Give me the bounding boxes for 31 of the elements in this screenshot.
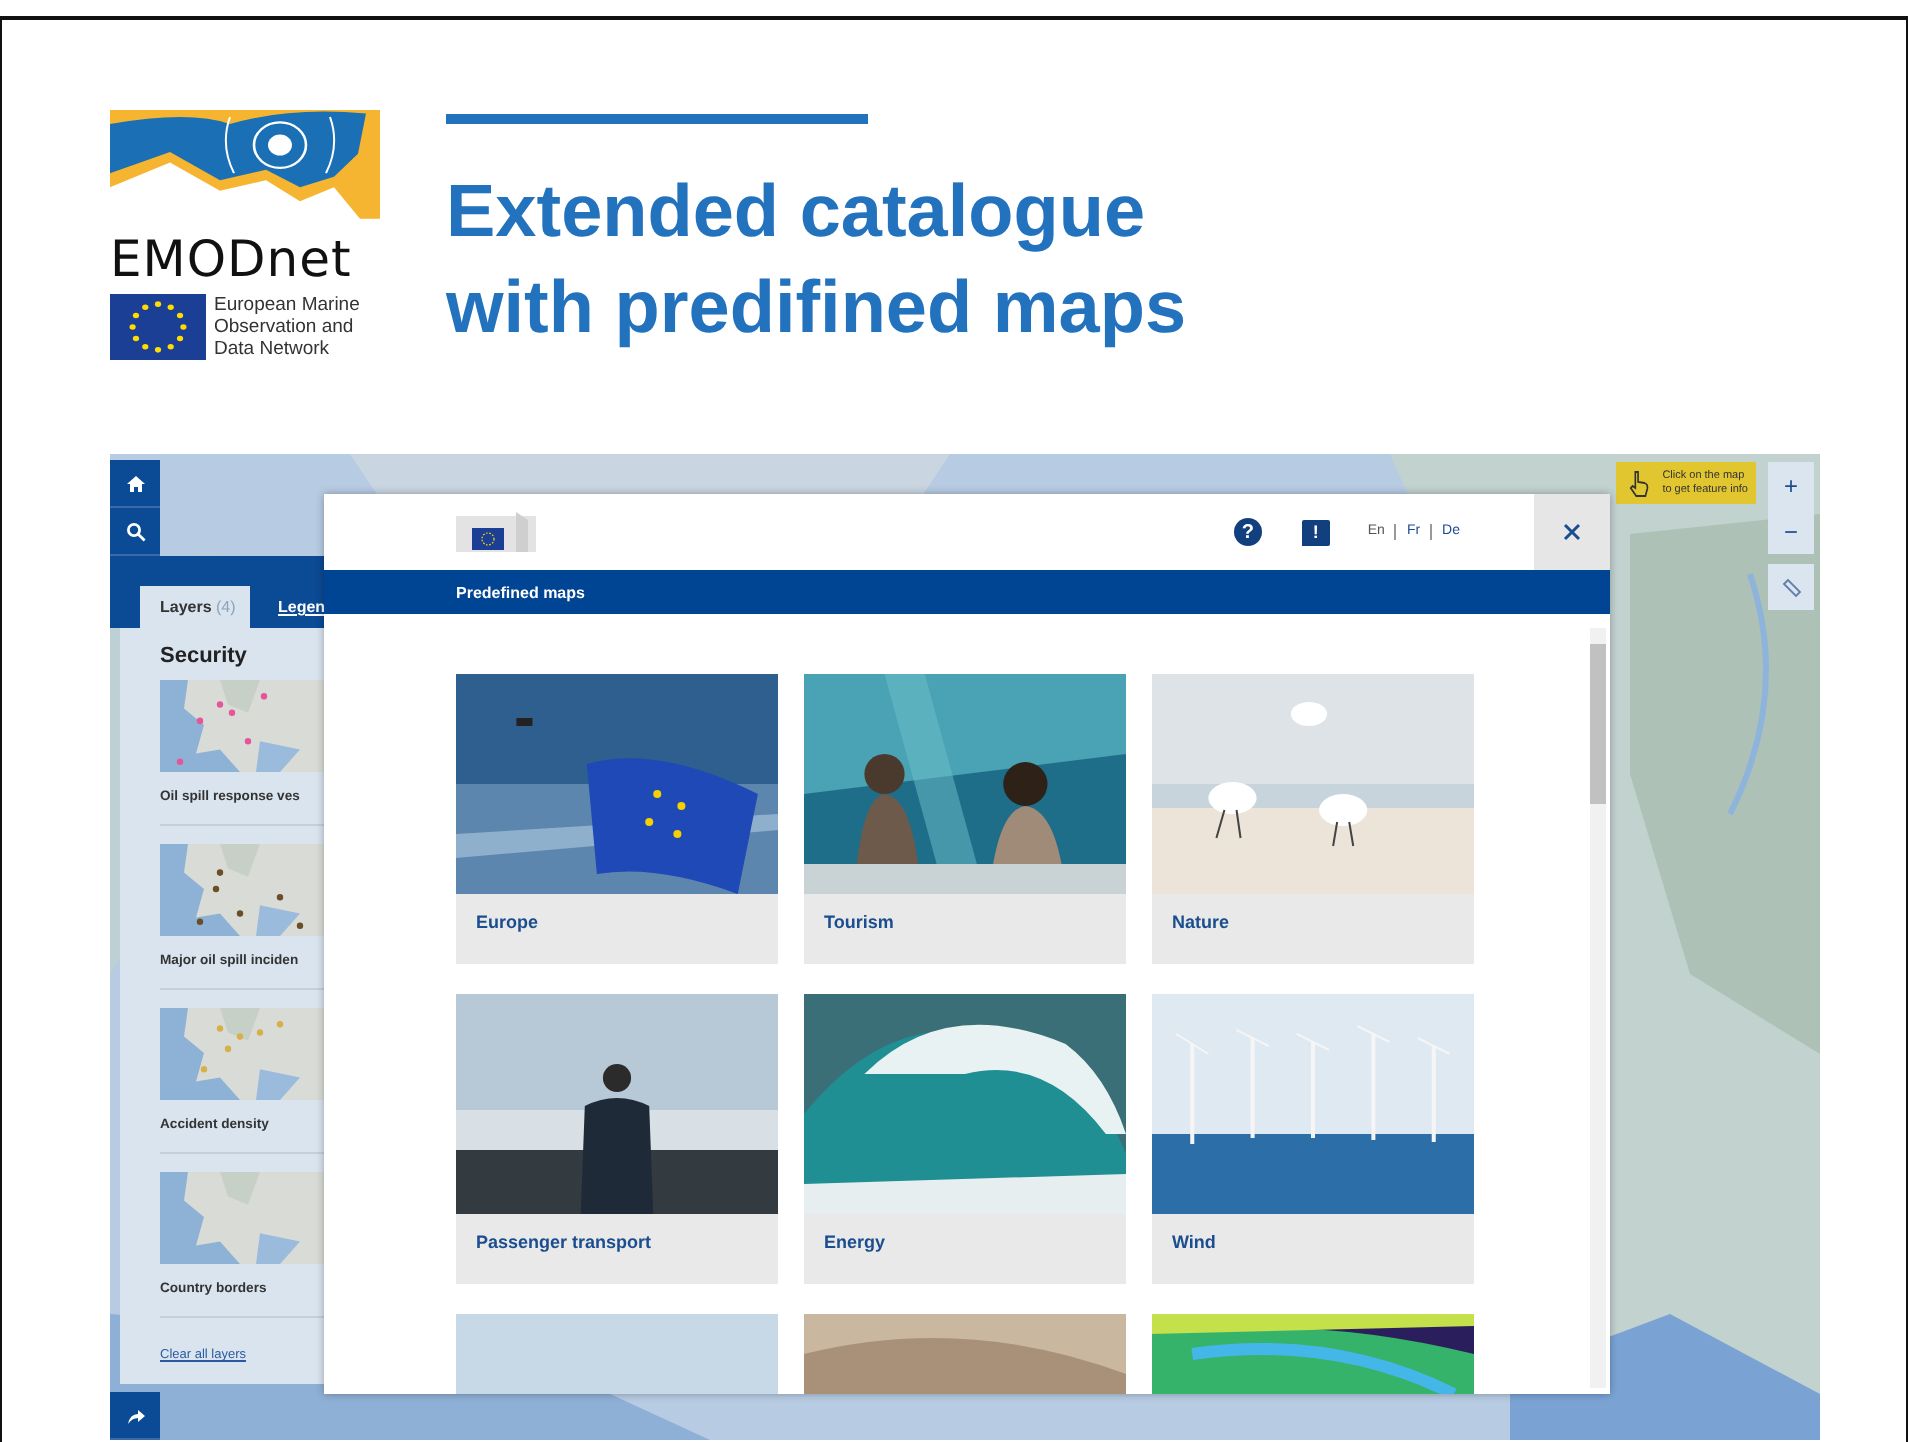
help-button[interactable]: ? [1233, 518, 1262, 546]
wave-logo-icon [110, 110, 380, 224]
catalogue-card[interactable]: Tourism [804, 674, 1126, 964]
card-title: Wind [1170, 1230, 1218, 1256]
logo-tagline: European Marine Observation and Data Network [214, 294, 360, 360]
card-title: Europe [474, 910, 541, 936]
tab[interactable]: Legen [258, 586, 346, 628]
share-button[interactable] [110, 1392, 160, 1440]
feedback-button[interactable]: ! [1301, 519, 1330, 545]
catalogue-card[interactable]: Passenger transport [456, 994, 778, 1284]
tab[interactable]: Layers (4) [140, 586, 250, 628]
slide-title: with predifined maps [446, 264, 1187, 352]
slide-title: Extended catalogue [446, 168, 1148, 256]
card-title: Passenger transport [474, 1230, 654, 1256]
card-title: Energy [822, 1230, 888, 1256]
logo-wordmark: EMODnet [110, 232, 354, 288]
banner-title: Predefined maps [456, 583, 585, 601]
catalogue-card[interactable]: Europe [456, 674, 778, 964]
close-button[interactable] [1534, 494, 1610, 570]
catalogue-card[interactable]: Nature [1152, 674, 1474, 964]
flag-icon [110, 294, 206, 360]
catalogue-card[interactable]: Wind [1152, 994, 1474, 1284]
catalogue-card[interactable]: Energy [804, 994, 1126, 1284]
section-heading: Security [160, 644, 249, 668]
share-icon [125, 1405, 145, 1425]
layer-count: (4) [214, 598, 236, 616]
close-icon [1562, 522, 1582, 542]
flag-icon [456, 512, 536, 552]
card-title: Tourism [822, 910, 896, 936]
card-title: Nature [1170, 910, 1232, 936]
scrollbar[interactable] [1590, 628, 1606, 1388]
